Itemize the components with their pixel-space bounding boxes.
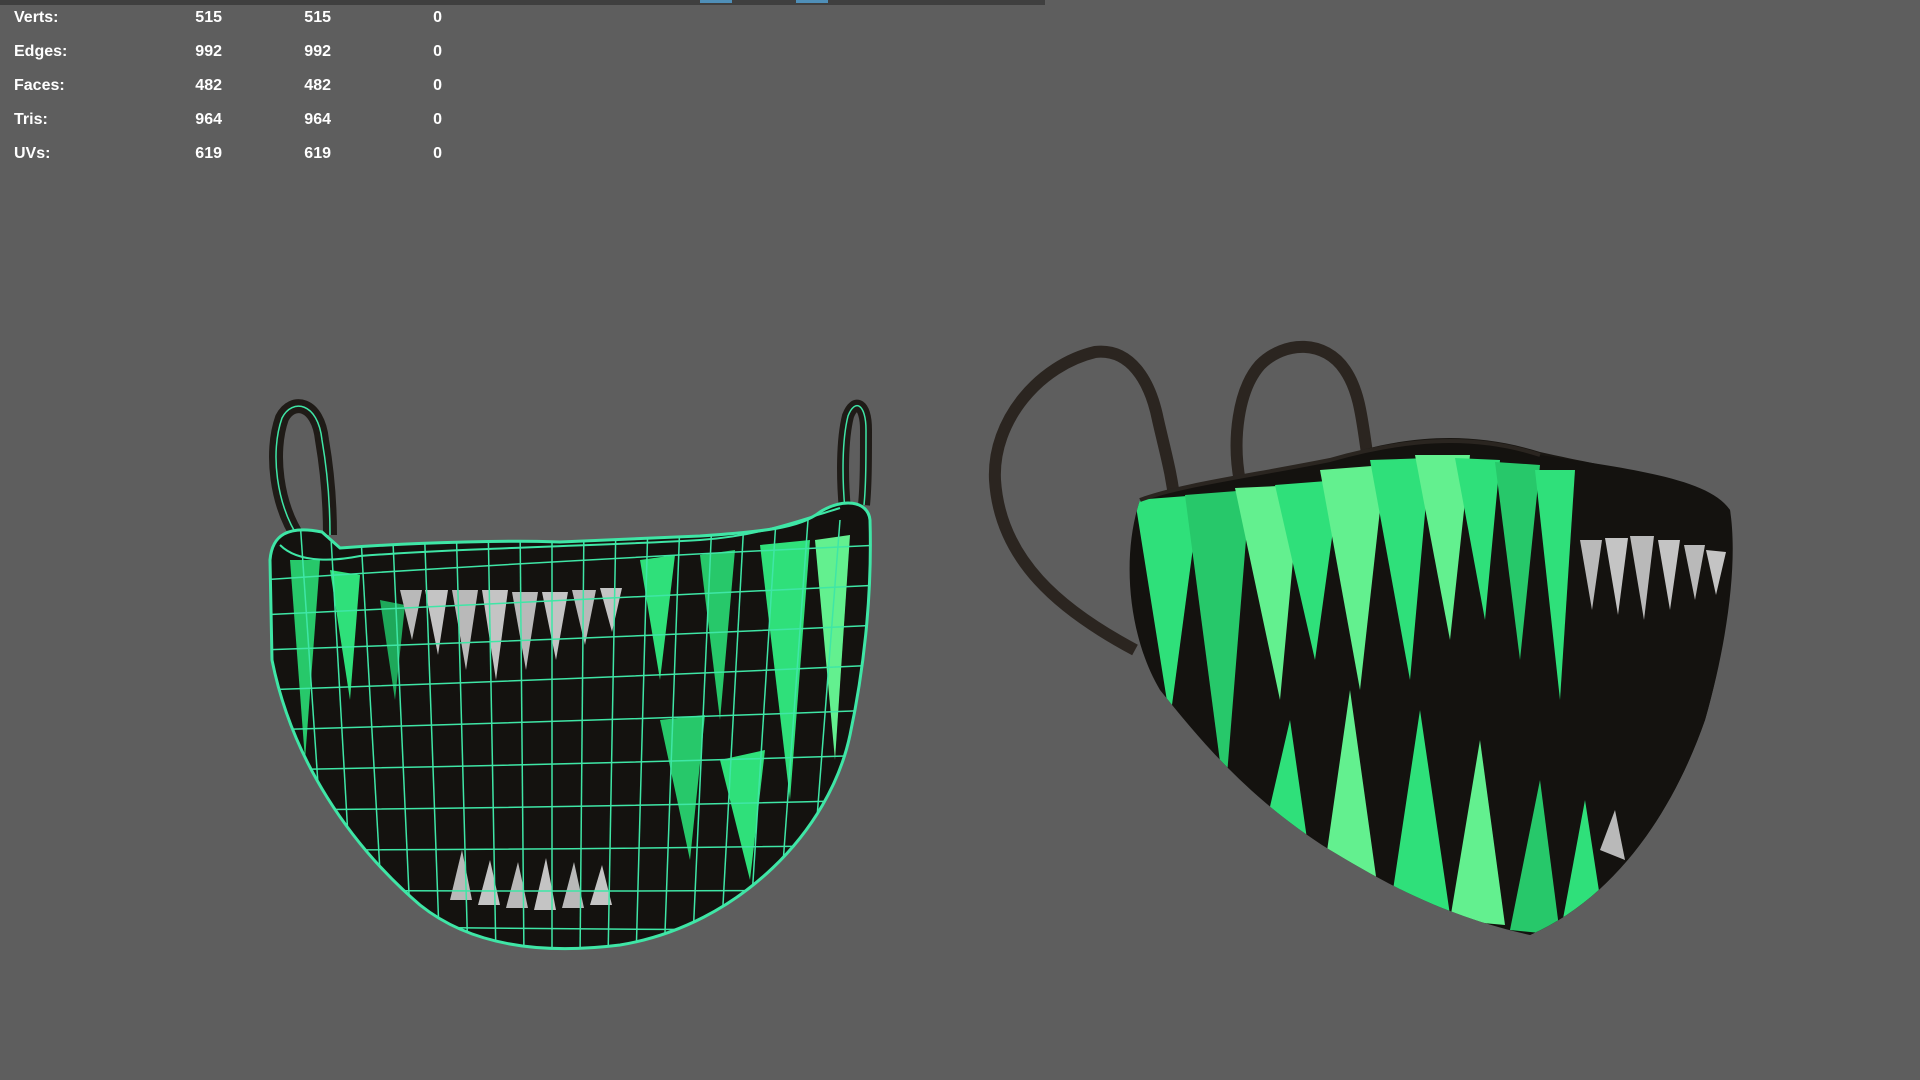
3d-viewport[interactable]: Verts: 515 515 0 Edges: 992 992 0 Faces:…	[0, 0, 1920, 1080]
wireframe-mask-model[interactable]	[260, 399, 880, 960]
shaded-mask-model[interactable]	[988, 340, 1733, 935]
scene-canvas	[260, 340, 1733, 960]
ear-loop-left	[269, 399, 337, 544]
